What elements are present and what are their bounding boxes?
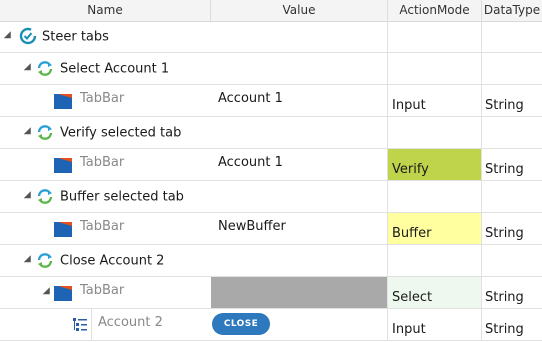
tree-row-module[interactable]: TabBar Account 1 Input String: [0, 85, 542, 117]
data-type-cell: String: [482, 213, 542, 244]
data-type-cell: String: [482, 85, 542, 116]
expand-arrow-icon[interactable]: [23, 255, 35, 266]
close-button[interactable]: CLOSE: [212, 313, 270, 335]
data-type-text: String: [485, 98, 524, 113]
module-name: TabBar: [80, 283, 125, 298]
action-mode-cell[interactable]: [388, 53, 482, 84]
attribute-name: Account 2: [98, 315, 163, 330]
value-text: Account 1: [218, 155, 283, 170]
module-folder-icon: [54, 222, 72, 237]
header-name[interactable]: Name: [0, 0, 211, 21]
expand-arrow-icon[interactable]: [23, 127, 35, 138]
data-type-text: String: [485, 226, 524, 241]
expand-arrow-icon[interactable]: [23, 63, 35, 74]
action-mode-cell[interactable]: [388, 117, 482, 148]
data-type-cell: String: [482, 309, 542, 340]
data-type-cell: [482, 21, 542, 52]
teststep-name: Close Account 2: [60, 253, 165, 268]
data-type-cell: [482, 117, 542, 148]
teststep-name: Buffer selected tab: [60, 189, 184, 204]
test-steps-grid: Name Value ActionMode DataType Steer tab…: [0, 0, 542, 342]
tree-row-teststep[interactable]: Close Account 2: [0, 245, 542, 277]
value-cell[interactable]: [211, 53, 388, 84]
value-cell[interactable]: Account 1: [211, 85, 388, 116]
tree-guide-line: [91, 309, 92, 340]
grid-header: Name Value ActionMode DataType: [0, 0, 542, 22]
action-mode-cell[interactable]: Input: [388, 85, 482, 116]
tree-item-icon: [73, 318, 87, 331]
action-mode-text: Input: [392, 98, 426, 113]
tree-row-module[interactable]: TabBar NewBuffer Buffer String: [0, 213, 542, 245]
action-mode-cell-select[interactable]: Select: [388, 277, 482, 308]
action-mode-cell[interactable]: [388, 21, 482, 52]
value-text: NewBuffer: [218, 219, 286, 234]
action-mode-text: Verify: [392, 162, 429, 177]
data-type-cell: String: [482, 277, 542, 308]
module-name: TabBar: [80, 155, 125, 170]
value-cell[interactable]: [211, 181, 388, 212]
tree-row-testcase[interactable]: Steer tabs: [0, 21, 542, 53]
data-type-text: String: [485, 290, 524, 305]
testcase-name: Steer tabs: [42, 29, 109, 44]
action-mode-text: Buffer: [392, 226, 432, 241]
action-mode-cell-verify[interactable]: Verify: [388, 149, 482, 180]
teststep-refresh-icon: [37, 61, 53, 76]
module-folder-icon: [54, 286, 72, 301]
tree-row-module[interactable]: TabBar Select String: [0, 277, 542, 309]
tree-row-module-attribute[interactable]: Account 2 CLOSE Input String: [0, 309, 542, 341]
tree-row-teststep[interactable]: Buffer selected tab: [0, 181, 542, 213]
teststep-name: Select Account 1: [60, 61, 170, 76]
data-type-cell: [482, 245, 542, 276]
tree-row-teststep[interactable]: Verify selected tab: [0, 117, 542, 149]
action-mode-cell[interactable]: [388, 245, 482, 276]
action-mode-cell-buffer[interactable]: Buffer: [388, 213, 482, 244]
data-type-text: String: [485, 322, 524, 337]
value-cell[interactable]: NewBuffer: [211, 213, 388, 244]
teststep-refresh-icon: [37, 125, 53, 140]
value-cell-disabled: [211, 277, 388, 308]
value-cell[interactable]: [211, 245, 388, 276]
action-mode-text: Select: [392, 290, 433, 305]
header-value[interactable]: Value: [211, 0, 388, 21]
module-folder-icon: [54, 94, 72, 109]
expand-arrow-icon[interactable]: [42, 287, 54, 298]
data-type-cell: [482, 181, 542, 212]
teststep-refresh-icon: [37, 189, 53, 204]
value-cell[interactable]: [211, 117, 388, 148]
testcase-icon: [19, 27, 37, 45]
action-mode-text: Input: [392, 322, 426, 337]
header-action-mode[interactable]: ActionMode: [388, 0, 482, 21]
data-type-text: String: [485, 162, 524, 177]
tree-row-teststep[interactable]: Select Account 1: [0, 53, 542, 85]
data-type-cell: [482, 53, 542, 84]
action-mode-cell[interactable]: Input: [388, 309, 482, 340]
expand-arrow-icon[interactable]: [23, 191, 35, 202]
teststep-refresh-icon: [37, 253, 53, 268]
value-cell[interactable]: [211, 21, 388, 52]
action-mode-cell[interactable]: [388, 181, 482, 212]
teststep-name: Verify selected tab: [60, 125, 182, 140]
data-type-cell: String: [482, 149, 542, 180]
value-text: Account 1: [218, 91, 283, 106]
tree-row-module[interactable]: TabBar Account 1 Verify String: [0, 149, 542, 181]
value-cell[interactable]: Account 1: [211, 149, 388, 180]
expand-arrow-icon[interactable]: [3, 31, 15, 42]
module-folder-icon: [54, 158, 72, 173]
header-data-type[interactable]: DataType: [482, 0, 542, 21]
module-name: TabBar: [80, 91, 125, 106]
module-name: TabBar: [80, 219, 125, 234]
